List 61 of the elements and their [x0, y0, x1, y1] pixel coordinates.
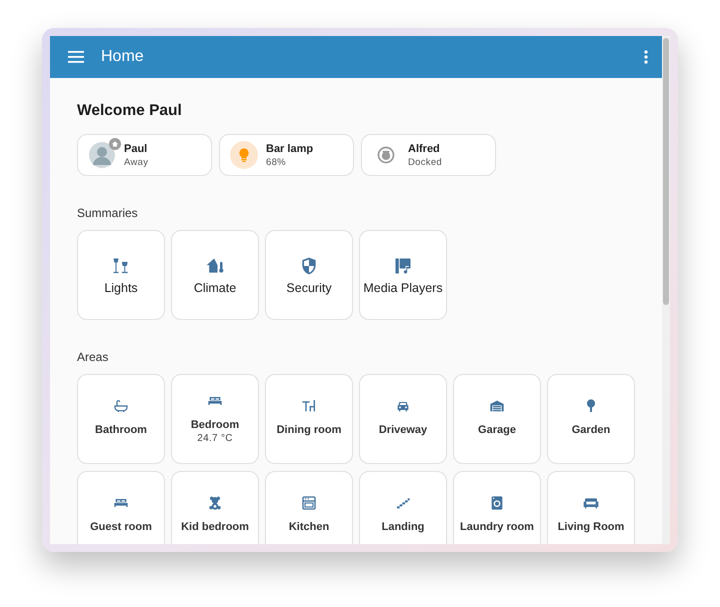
section-heading: Areas [77, 350, 110, 364]
bathtub-icon [113, 398, 129, 414]
area-card[interactable]: Driveway [359, 374, 447, 464]
area-name: Bathroom [95, 424, 147, 436]
person-avatar [89, 142, 115, 168]
area-name: Bedroom [190, 419, 240, 431]
area-name: Dining room [276, 424, 342, 436]
area-card[interactable]: Landing [359, 471, 447, 544]
area-name: Driveway [378, 424, 428, 436]
area-temperature: 24.7 °C [197, 433, 233, 444]
area-card[interactable]: Living Room [547, 471, 635, 544]
area-card[interactable]: Garden [547, 374, 635, 464]
area-name: Guest room [90, 521, 152, 533]
area-name: Landing [382, 521, 424, 533]
summary-card[interactable]: Security [265, 230, 353, 320]
area-name: Garage [478, 424, 516, 436]
summary-label: Climate [194, 281, 236, 295]
badge-name: Paul [124, 142, 148, 154]
entity-badge[interactable]: Paul Away [77, 134, 212, 176]
area-card[interactable]: Dining room [265, 374, 353, 464]
area-card[interactable]: Kitchen [265, 471, 353, 544]
welcome-heading: Welcome Paul [77, 102, 183, 120]
scrollbar[interactable] [662, 36, 670, 544]
area-card[interactable]: Bathroom [77, 374, 165, 464]
badge-state: Docked [408, 156, 442, 168]
overflow-menu-button[interactable] [644, 50, 648, 64]
section-heading: Summaries [77, 206, 139, 220]
area-name: Garden [572, 424, 610, 436]
badge-name: Bar lamp [266, 142, 314, 154]
entity-badge[interactable]: Bar lamp 68% [219, 134, 354, 176]
washing-machine-icon [489, 495, 505, 511]
menu-icon [68, 51, 84, 63]
teddy-bear-icon [207, 495, 223, 511]
area-name: Kitchen [288, 521, 330, 533]
area-card[interactable]: Bedroom 24.7 °C [171, 374, 259, 464]
summary-label: Media Players [363, 281, 443, 295]
badge-state: 68% [266, 156, 287, 168]
page-title: Home [101, 48, 145, 66]
more-icon [644, 50, 648, 64]
area-name: Living Room [558, 521, 624, 533]
area-card[interactable]: Laundry room [453, 471, 541, 544]
table-chair-icon [301, 398, 317, 414]
summary-card[interactable]: Media Players [359, 230, 447, 320]
area-card[interactable]: Kid bedroom [171, 471, 259, 544]
summary-label: Security [286, 281, 332, 295]
area-name: Kid bedroom [181, 521, 249, 533]
film-music-icon [393, 256, 413, 276]
area-card[interactable]: Guest room [77, 471, 165, 544]
robot-vacuum-icon [376, 145, 396, 165]
menu-button[interactable] [68, 51, 84, 63]
area-name: Laundry room [460, 521, 534, 533]
badge-state: Away [124, 156, 148, 168]
summary-card[interactable]: Lights [77, 230, 165, 320]
garage-icon [489, 398, 505, 414]
entity-badge[interactable]: Alfred Docked [361, 134, 496, 176]
area-card[interactable]: Garage [453, 374, 541, 464]
home-badge-icon [109, 138, 121, 150]
summary-card[interactable]: Climate [171, 230, 259, 320]
summary-label: Lights [104, 281, 138, 295]
badge-name: Alfred [408, 142, 441, 154]
stove-icon [301, 495, 317, 511]
